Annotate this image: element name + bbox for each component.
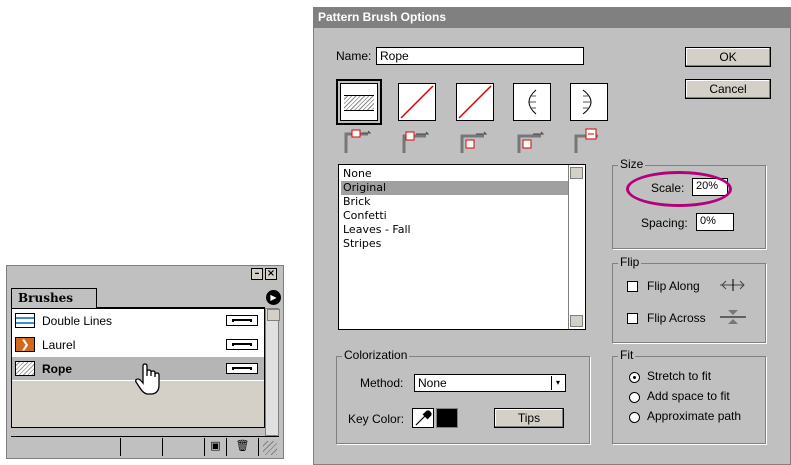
pattern-item[interactable]: Stripes	[341, 237, 569, 251]
brush-list: Double Lines ❯ Laurel Rope	[11, 308, 265, 428]
end-tile-icon	[582, 89, 592, 115]
fit-option-label: Stretch to fit	[647, 369, 712, 383]
brush-list-scrollbar[interactable]	[265, 308, 280, 436]
key-color-label: Key Color:	[348, 412, 405, 426]
side-tile-button[interactable]	[336, 79, 382, 125]
spacing-field[interactable]: 0%	[696, 213, 734, 231]
laurel-swatch-icon: ❯	[15, 337, 35, 352]
add-space-to-fit-radio[interactable]	[629, 392, 640, 403]
stretch-to-fit-radio[interactable]	[629, 372, 640, 383]
outer-corner-indicator-icon	[402, 131, 430, 153]
pattern-item-selected[interactable]: Original	[341, 181, 569, 195]
method-select[interactable]: None ▾	[414, 374, 566, 392]
rope-pattern-icon	[344, 95, 374, 111]
approximate-path-radio[interactable]	[629, 412, 640, 423]
none-slash-icon	[458, 85, 492, 119]
hand-cursor-icon	[135, 363, 160, 395]
eyedropper-icon	[415, 410, 432, 426]
flip-group-title: Flip	[618, 255, 642, 269]
flip-across-checkbox[interactable]	[627, 313, 638, 324]
brush-label: Rope	[42, 362, 72, 376]
brush-row-rope[interactable]: Rope	[12, 357, 264, 395]
rope-swatch-icon	[15, 361, 35, 376]
flip-along-label: Flip Along	[647, 279, 700, 293]
ok-button[interactable]: OK	[685, 47, 771, 67]
pattern-item[interactable]: Leaves - Fall	[341, 223, 569, 237]
pattern-list[interactable]: None Original Brick Confetti Leaves - Fa…	[338, 164, 586, 330]
brush-label: Double Lines	[42, 314, 113, 328]
flip-across-label: Flip Across	[647, 311, 706, 325]
fit-group-title: Fit	[618, 348, 636, 362]
colorization-group-title: Colorization	[342, 348, 410, 362]
fit-option-label: Add space to fit	[647, 389, 730, 403]
size-group-title: Size	[618, 157, 646, 171]
method-value: None	[418, 376, 447, 390]
name-field[interactable]: Rope	[376, 47, 584, 65]
pattern-brush-options-dialog: Pattern Brush Options Name: Rope OK Canc…	[313, 7, 791, 465]
highlight-ellipse	[626, 171, 732, 207]
colorization-group	[336, 356, 590, 444]
brushes-panel: – × Brushes ▶ Double Lines ❯ Laurel Rope	[6, 265, 284, 459]
start-tile-button[interactable]	[513, 83, 551, 121]
double-lines-swatch-icon	[15, 313, 35, 328]
side-tile-indicator-icon	[344, 129, 372, 153]
footer-spacer	[11, 438, 121, 456]
pattern-brush-icon	[226, 315, 258, 326]
scroll-down-icon[interactable]	[570, 315, 583, 327]
flip-along-checkbox[interactable]	[627, 281, 638, 292]
spacing-label: Spacing:	[641, 216, 688, 230]
brush-row-double-lines[interactable]: Double Lines	[12, 309, 264, 333]
end-indicator-icon	[574, 128, 598, 153]
outer-corner-tile-button[interactable]	[398, 83, 436, 121]
pattern-brush-icon	[226, 363, 258, 374]
panel-footer: ▣ 🗑	[11, 436, 279, 457]
none-slash-icon	[400, 85, 434, 119]
brushes-tab-label: Brushes	[18, 291, 74, 305]
brushes-tab[interactable]: Brushes	[11, 288, 97, 308]
flip-along-icon	[720, 279, 745, 291]
footer-button-a[interactable]	[121, 438, 163, 456]
pattern-item[interactable]: Brick	[341, 195, 569, 209]
resize-grip-icon[interactable]	[263, 441, 277, 455]
trash-icon[interactable]: 🗑	[227, 438, 259, 456]
start-indicator-icon	[517, 131, 545, 153]
panel-menu-icon[interactable]: ▶	[266, 290, 281, 305]
fit-option-label: Approximate path	[647, 409, 742, 423]
new-brush-icon[interactable]: ▣	[205, 438, 227, 456]
pattern-item[interactable]: None	[341, 167, 569, 181]
name-label: Name:	[336, 49, 372, 63]
pattern-brush-icon	[226, 339, 258, 350]
start-tile-icon	[528, 89, 537, 115]
scroll-up-icon[interactable]	[570, 167, 583, 179]
eyedropper-button[interactable]	[412, 408, 434, 428]
cancel-button[interactable]: Cancel	[685, 79, 771, 99]
close-icon[interactable]: ×	[265, 268, 277, 280]
end-tile-button[interactable]	[570, 83, 608, 121]
tips-button[interactable]: Tips	[494, 408, 564, 428]
minimize-icon[interactable]: –	[251, 268, 263, 280]
brush-label: Laurel	[42, 338, 76, 352]
brush-row-laurel[interactable]: ❯ Laurel	[12, 333, 264, 357]
chevron-down-icon[interactable]: ▾	[551, 376, 564, 390]
flip-group	[612, 263, 766, 343]
inner-corner-indicator-icon	[460, 131, 488, 153]
scroll-up-icon[interactable]	[267, 309, 280, 321]
inner-corner-tile-button[interactable]	[456, 83, 494, 121]
pattern-list-scrollbar[interactable]	[568, 165, 585, 329]
flip-across-icon	[720, 310, 746, 324]
footer-button-b[interactable]	[163, 438, 205, 456]
dialog-title: Pattern Brush Options	[314, 8, 790, 28]
key-color-swatch[interactable]	[436, 408, 458, 428]
pattern-item[interactable]: Confetti	[341, 209, 569, 223]
method-label: Method:	[360, 376, 404, 390]
